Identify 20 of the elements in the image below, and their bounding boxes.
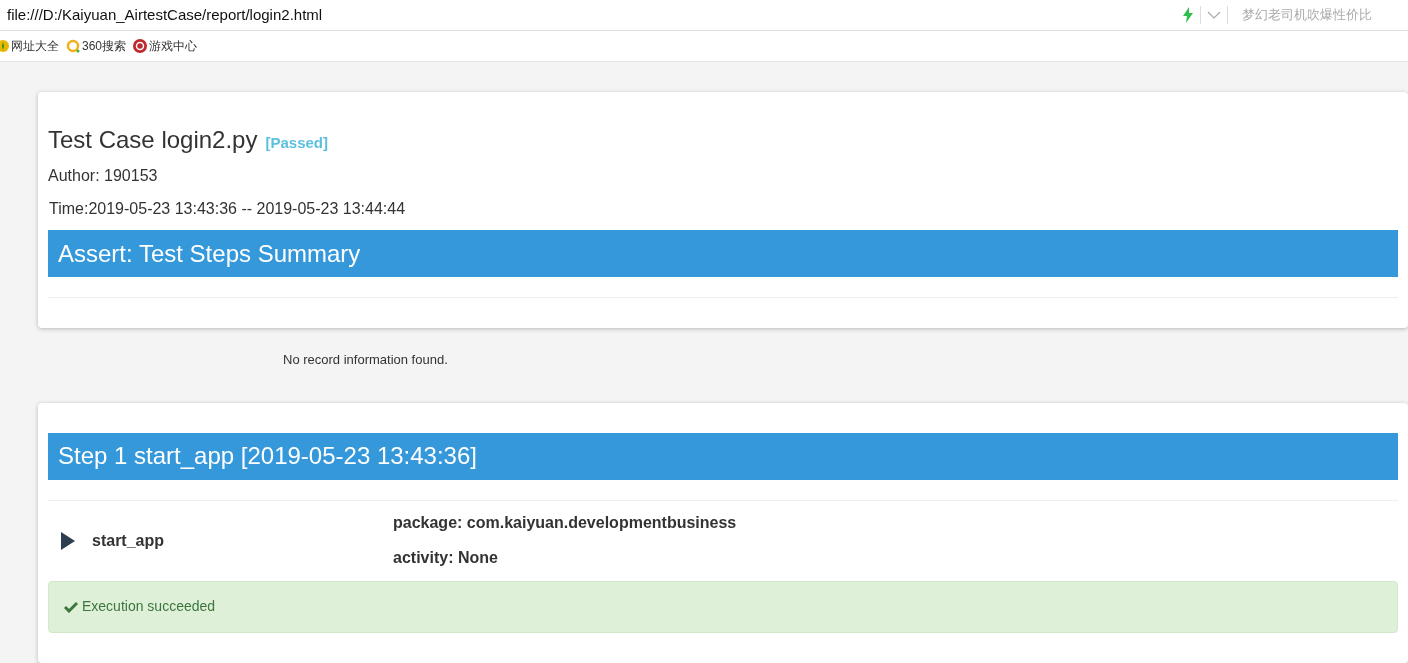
author-text: Author: 190153 [48,166,159,186]
bookmark-link[interactable]: 游戏中心 [133,37,198,55]
bookmark-link[interactable]: 网址大全 [0,37,59,55]
result-text: Execution succeeded [82,597,216,616]
bookmark-link[interactable]: 360搜索 [66,37,127,55]
step-argument: activity: None [393,548,499,568]
lightning-icon[interactable] [1182,7,1194,23]
step-name: start_app [92,530,165,551]
address-bar-url[interactable]: file:///D:/Kaiyuan_AirtestCase/report/login2.html [7,3,323,27]
empty-message: No record information found. [283,351,449,369]
step-heading: Step 1 start_app [2019-05-23 13:43:36] [48,432,1398,480]
ring-icon [66,39,80,53]
chevron-down-icon[interactable] [1207,10,1221,20]
test-case-title: Test Case login2.py [48,125,258,155]
section-heading: Assert: Test Steps Summary [48,230,1398,277]
triangle-right-icon [60,531,76,550]
step-argument: package: com.kaiyuan.developmentbusiness [393,513,737,533]
time-text: Time:2019-05-23 13:43:36 -- 2019-05-23 13:44:44 [49,199,407,219]
check-icon [64,600,78,613]
status-label: [Passed] [265,133,328,153]
